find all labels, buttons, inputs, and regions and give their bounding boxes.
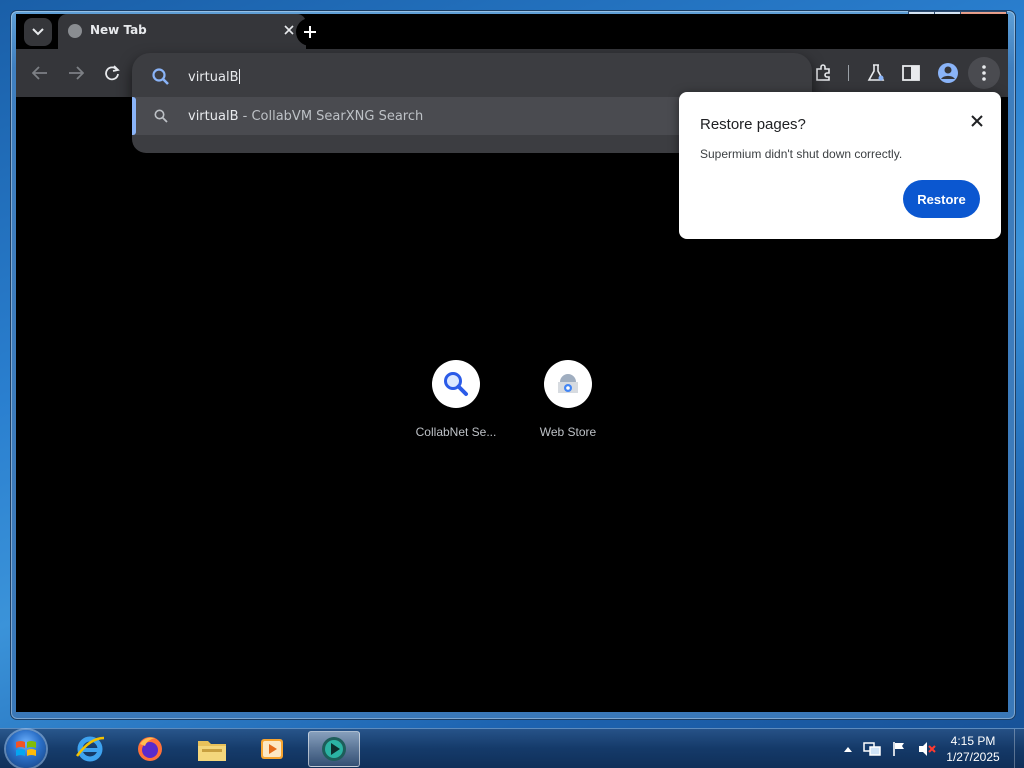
profile-icon	[938, 63, 958, 83]
dialog-close-button[interactable]	[971, 112, 983, 130]
web-store-icon	[558, 374, 578, 393]
network-icon[interactable]	[863, 741, 881, 757]
restore-button[interactable]: Restore	[903, 180, 980, 218]
suggestion-query: virtualB	[188, 109, 239, 124]
tab-strip: New Tab	[16, 14, 1008, 49]
suggestion-separator: -	[238, 109, 252, 124]
suggestion-description: CollabVM SearXNG Search	[251, 109, 424, 124]
reload-icon	[105, 65, 120, 81]
taskbar-media-player[interactable]	[246, 731, 298, 767]
shortcut-icon-circle	[432, 360, 480, 408]
reload-button[interactable]	[100, 61, 124, 85]
side-panel-button[interactable]	[899, 61, 923, 85]
taskbar-file-explorer[interactable]	[186, 731, 238, 767]
suggestion-selected-indicator	[132, 97, 136, 135]
tab-title: New Tab	[90, 23, 147, 37]
taskbar-firefox[interactable]	[124, 731, 176, 767]
system-tray	[843, 739, 937, 759]
back-button[interactable]	[28, 61, 52, 85]
suggestion-search-icon	[154, 108, 168, 127]
shortcut-label: Web Store	[539, 425, 597, 439]
media-player-icon	[261, 739, 283, 759]
shortcut-collabnet-search[interactable]: CollabNet Se...	[406, 360, 506, 439]
taskbar-internet-explorer[interactable]	[64, 731, 116, 767]
kebab-icon	[982, 65, 986, 81]
supermium-icon	[322, 737, 346, 761]
firefox-icon	[138, 737, 162, 761]
taskbar-clock[interactable]: 4:15 PM 1/27/2025	[930, 733, 1016, 765]
suggestion-text: virtualB - CollabVM SearXNG Search	[188, 109, 423, 124]
omnibox-text: virtualB	[188, 70, 239, 85]
chevron-down-icon	[32, 28, 44, 36]
clock-time: 4:15 PM	[950, 734, 996, 748]
menu-button-icon-wrap	[972, 61, 996, 85]
plus-icon	[304, 26, 316, 38]
new-tab-button[interactable]	[296, 18, 324, 46]
arrow-left-icon	[32, 66, 47, 80]
globe-icon	[68, 24, 82, 38]
labs-button[interactable]	[864, 61, 888, 85]
windows-logo-icon	[16, 741, 36, 756]
close-icon	[284, 25, 294, 35]
text-caret	[239, 69, 241, 84]
side-panel-icon	[902, 65, 920, 81]
clock-date: 1/27/2025	[946, 750, 1000, 764]
tab-search-button[interactable]	[24, 18, 52, 46]
start-button[interactable]	[6, 730, 46, 768]
omnibox-search-icon	[152, 68, 170, 90]
shortcut-icon-circle	[544, 360, 592, 408]
flask-icon	[867, 64, 885, 81]
puzzle-icon	[816, 64, 830, 81]
close-icon	[971, 115, 983, 127]
shortcut-web-store[interactable]: Web Store	[518, 360, 618, 439]
arrow-right-icon	[69, 66, 84, 80]
forward-button[interactable]	[64, 61, 88, 85]
taskbar: 4:15 PM 1/27/2025	[0, 728, 1024, 768]
internet-explorer-icon	[75, 736, 105, 762]
file-explorer-icon	[198, 741, 226, 761]
dialog-title: Restore pages?	[700, 116, 806, 133]
search-icon	[152, 68, 169, 85]
tab-new-tab[interactable]: New Tab	[58, 14, 306, 49]
toolbar-separator	[848, 65, 849, 81]
show-hidden-icons-icon[interactable]	[843, 745, 853, 753]
dialog-message: Supermium didn't shut down correctly.	[700, 147, 903, 161]
restore-pages-dialog: Restore pages? Supermium didn't shut dow…	[679, 92, 1001, 239]
profile-button[interactable]	[936, 61, 960, 85]
toolbar: virtualB virtualB - CollabVM SearXNG Sea…	[16, 49, 1008, 153]
extensions-button[interactable]	[811, 61, 835, 85]
omnibox-input[interactable]: virtualB	[188, 69, 241, 85]
taskbar-supermium[interactable]	[308, 731, 360, 767]
show-desktop-button[interactable]	[1014, 729, 1024, 768]
search-icon	[154, 109, 168, 123]
action-center-flag-icon[interactable]	[891, 741, 907, 757]
search-magnifier-icon	[444, 372, 468, 396]
shortcut-label: CollabNet Se...	[415, 425, 497, 439]
